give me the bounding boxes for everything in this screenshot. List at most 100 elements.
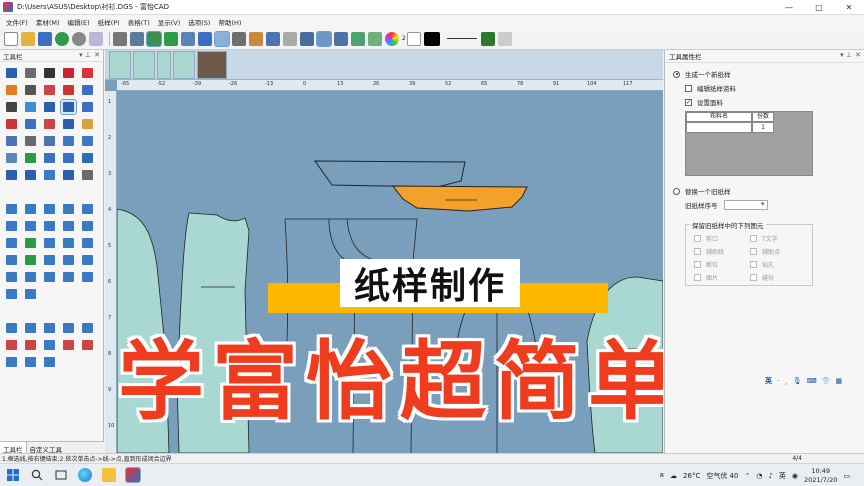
radio-icon[interactable] — [673, 187, 680, 195]
old-pattern-select[interactable] — [723, 200, 768, 210]
pen-icon[interactable] — [232, 31, 246, 46]
pattern-pocket-icon[interactable] — [61, 270, 76, 284]
checkbox-icon[interactable] — [750, 248, 757, 255]
open-folder-icon[interactable] — [21, 31, 35, 46]
pattern-select-icon[interactable] — [146, 30, 162, 47]
ime-keyboard-icon[interactable]: ⌨ — [807, 377, 817, 385]
grade-curve-icon[interactable] — [42, 338, 57, 352]
keep-option[interactable]: 辅助点 — [750, 247, 780, 256]
grade-mark-icon[interactable] — [23, 355, 38, 369]
cad-app-icon[interactable] — [125, 467, 141, 483]
armhole-outline[interactable] — [346, 218, 378, 262]
grade-size-icon[interactable] — [80, 321, 95, 335]
keep-option[interactable]: 辅助线 — [694, 247, 724, 256]
fabric-count-cell[interactable]: 1 — [752, 122, 774, 133]
hat-icon[interactable] — [23, 151, 38, 165]
ime-punct-icon[interactable]: ¸ — [784, 377, 788, 385]
cut-line-icon[interactable] — [42, 117, 57, 131]
pattern-tag-icon[interactable] — [61, 236, 76, 250]
arc-icon[interactable] — [23, 100, 38, 114]
chart-icon[interactable] — [266, 31, 280, 46]
pattern-zigzag-icon[interactable] — [4, 270, 19, 284]
pattern-thumbnail[interactable] — [157, 51, 171, 79]
pin-icon[interactable]: ▾ ⊥ — [79, 51, 91, 59]
pattern-fold-icon[interactable] — [61, 202, 76, 216]
white-swatch-icon[interactable] — [406, 31, 421, 46]
checkbox-icon[interactable] — [694, 274, 701, 281]
grade-table-icon[interactable] — [61, 321, 76, 335]
map-icon[interactable] — [181, 31, 195, 46]
pattern-mirror-icon[interactable] — [42, 219, 57, 233]
black-swatch-icon[interactable] — [423, 31, 440, 46]
keep-option[interactable]: T文字 — [750, 234, 778, 243]
pleat-icon[interactable] — [80, 134, 95, 148]
pattern-dart-icon[interactable] — [80, 253, 95, 267]
collar-band-piece[interactable] — [314, 160, 466, 188]
marker-icon[interactable] — [80, 66, 95, 80]
pattern-layer-icon[interactable] — [4, 287, 19, 301]
width-icon[interactable] — [334, 31, 348, 46]
maximize-button[interactable]: □ — [804, 0, 834, 15]
angle-icon[interactable] — [4, 100, 19, 114]
pattern-trace-icon[interactable] — [23, 253, 38, 267]
tray-app-icon[interactable]: ◉ — [792, 472, 798, 480]
parallel-icon[interactable] — [4, 134, 19, 148]
redo-icon[interactable] — [72, 31, 86, 46]
pattern-split-icon[interactable] — [4, 236, 19, 250]
grade-link-icon[interactable] — [42, 355, 57, 369]
grid-icon[interactable] — [130, 31, 144, 46]
shape-icon[interactable] — [61, 134, 76, 148]
tray-chevron-icon[interactable]: ⌃ — [744, 472, 750, 480]
pattern-thumbnail[interactable] — [133, 51, 155, 79]
spiral-icon[interactable] — [80, 151, 95, 165]
pattern-merge-icon[interactable] — [80, 219, 95, 233]
grade-line-icon[interactable] — [23, 338, 38, 352]
tab-toolbar[interactable]: 工具栏 — [0, 442, 27, 454]
link-icon[interactable] — [23, 168, 38, 182]
pattern-notch-icon[interactable] — [4, 219, 19, 233]
checkbox-icon[interactable] — [694, 248, 701, 255]
save-icon[interactable] — [38, 31, 52, 46]
pattern-extend-icon[interactable] — [61, 253, 76, 267]
grade-point-icon[interactable] — [4, 321, 19, 335]
curve-icon[interactable] — [283, 31, 297, 46]
search-icon[interactable] — [80, 168, 95, 182]
pattern-drill-icon[interactable] — [23, 219, 38, 233]
rotate-icon[interactable] — [42, 83, 57, 97]
curve-fit-icon[interactable] — [4, 151, 19, 165]
menu-view[interactable]: 显示(V) — [158, 17, 181, 27]
checkbox-icon[interactable] — [750, 261, 757, 268]
stack-icon[interactable] — [42, 134, 57, 148]
menu-pattern[interactable]: 纸样(P) — [98, 17, 120, 27]
option-replace-pattern[interactable]: 替换一个旧纸样 — [673, 186, 731, 196]
keep-option[interactable]: 剪口 — [694, 234, 718, 243]
close-button[interactable]: ✕ — [834, 0, 864, 15]
connect-icon[interactable] — [61, 83, 76, 97]
grade-move-icon[interactable] — [42, 321, 57, 335]
checkbox-icon[interactable] — [750, 235, 757, 242]
checkbox-icon[interactable] — [694, 235, 701, 242]
line-type-icon[interactable] — [480, 31, 495, 46]
collar-piece-highlighted[interactable] — [391, 185, 528, 212]
mirror-icon[interactable] — [23, 134, 38, 148]
radio-icon[interactable] — [673, 70, 680, 78]
checkbox-icon[interactable] — [694, 261, 701, 268]
eraser-icon[interactable] — [89, 31, 103, 46]
menu-file[interactable]: 文件(F) — [6, 17, 28, 27]
tab-custom-tools[interactable]: 自定义工具 — [27, 442, 66, 454]
close-icon[interactable]: ✕ — [855, 51, 861, 59]
pattern-grid-icon[interactable] — [23, 287, 38, 301]
sum-icon[interactable] — [198, 31, 212, 46]
keep-option[interactable]: 缝份 — [750, 273, 774, 282]
grade-square-icon[interactable] — [4, 355, 19, 369]
size-table-icon[interactable] — [300, 31, 314, 46]
ime-dot-icon[interactable]: · — [777, 377, 779, 385]
search-icon[interactable] — [30, 468, 44, 482]
wifi-icon[interactable]: ◔ — [756, 472, 762, 480]
weather-icon[interactable]: ☁ — [670, 472, 677, 480]
pencil-icon[interactable] — [4, 83, 19, 97]
minimize-button[interactable]: — — [774, 0, 804, 15]
checkbox-icon[interactable] — [685, 84, 692, 92]
ime-english-icon[interactable]: 英 — [765, 376, 772, 386]
chain-icon[interactable] — [61, 168, 76, 182]
